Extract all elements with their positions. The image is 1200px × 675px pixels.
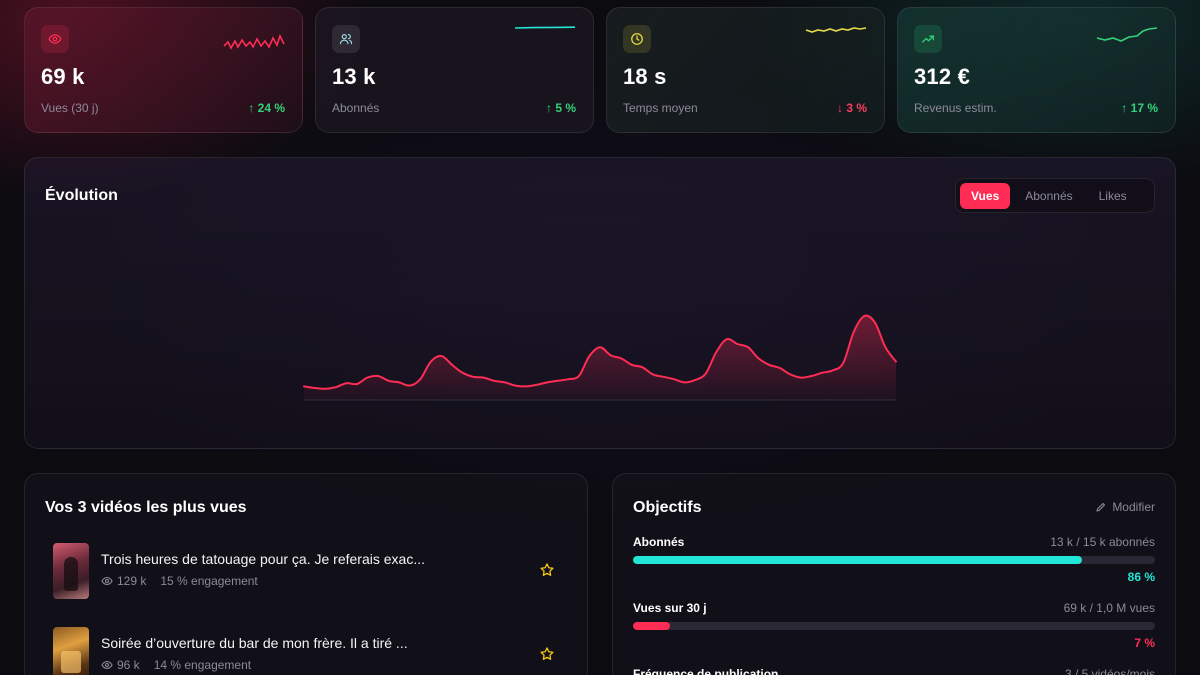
arrow-up-icon: ↑ bbox=[545, 101, 556, 115]
goal-value: 13 k / 15 k abonnés bbox=[1050, 535, 1155, 549]
goal-name: Abonnés bbox=[633, 535, 685, 549]
progress-fill bbox=[633, 556, 1082, 564]
goal-value: 69 k / 1,0 M vues bbox=[1063, 601, 1155, 615]
kpi-delta: ↑ 17 % bbox=[1121, 101, 1158, 115]
modify-button[interactable]: Modifier bbox=[1095, 500, 1155, 514]
video-views: 96 k bbox=[117, 658, 140, 672]
kpi-card-revenue[interactable]: 312 € Revenus estim. ↑ 17 % bbox=[897, 7, 1176, 133]
video-title: Soirée d’ouverture du bar de mon frère. … bbox=[101, 635, 408, 651]
evolution-chart bbox=[303, 314, 897, 401]
goal-value: 3 / 5 vidéos/mois bbox=[1064, 667, 1155, 675]
kpi-card-subscribers[interactable]: 13 k Abonnés ↑ 5 % bbox=[315, 7, 594, 133]
kpi-label: Revenus estim. bbox=[914, 101, 997, 115]
kpi-label: Vues (30 j) bbox=[41, 101, 99, 115]
arrow-up-icon: ↑ bbox=[1121, 101, 1131, 115]
kpi-delta: ↓ 3 % bbox=[836, 101, 867, 115]
kpi-value: 18 s bbox=[623, 64, 667, 89]
progress-fill bbox=[633, 622, 670, 630]
eye-icon bbox=[101, 660, 113, 670]
kpi-value: 69 k bbox=[41, 64, 85, 89]
kpi-label: Temps moyen bbox=[623, 101, 698, 115]
goal-name: Vues sur 30 j bbox=[633, 601, 707, 615]
star-icon[interactable] bbox=[539, 562, 555, 578]
trending-up-icon bbox=[914, 25, 942, 53]
top-videos-title: Vos 3 vidéos les plus vues bbox=[45, 499, 247, 516]
kpi-value: 13 k bbox=[332, 64, 376, 89]
star-icon[interactable] bbox=[539, 646, 555, 662]
sparkline-views bbox=[223, 33, 285, 50]
users-icon bbox=[332, 25, 360, 53]
eye-icon bbox=[41, 25, 69, 53]
video-views: 129 k bbox=[117, 574, 147, 588]
video-meta: 129 k 15 % engagement bbox=[101, 574, 258, 588]
video-item[interactable]: Soirée d’ouverture du bar de mon frère. … bbox=[53, 627, 563, 675]
kpi-label: Abonnés bbox=[332, 101, 380, 115]
kpi-value: 312 € bbox=[914, 64, 971, 89]
evolution-card: Évolution Vues Abonnés Likes bbox=[24, 157, 1176, 449]
arrow-up-icon: ↑ bbox=[248, 101, 258, 115]
objectives-card: Objectifs Modifier Abonnés 13 k / 15 k a… bbox=[612, 473, 1176, 675]
progress-track bbox=[633, 622, 1155, 630]
video-title: Trois heures de tatouage pour ça. Je ref… bbox=[101, 551, 425, 567]
progress-track bbox=[633, 556, 1155, 564]
video-meta: 96 k 14 % engagement bbox=[101, 658, 251, 672]
goal-name: Fréquence de publication bbox=[633, 667, 779, 675]
kpi-card-views[interactable]: 69 k Vues (30 j) ↑ 24 % bbox=[24, 7, 303, 133]
eye-icon bbox=[101, 576, 113, 586]
video-engagement: 14 % engagement bbox=[153, 658, 252, 672]
kpi-card-watch-time[interactable]: 18 s Temps moyen ↓ 3 % bbox=[606, 7, 885, 133]
video-thumbnail bbox=[53, 627, 89, 675]
sparkline-revenue bbox=[1096, 27, 1158, 42]
sparkline-watch-time bbox=[805, 27, 867, 33]
video-item[interactable]: Trois heures de tatouage pour ça. Je ref… bbox=[53, 543, 563, 599]
video-engagement: 15 % engagement bbox=[160, 574, 258, 588]
goal-percent: 7 % bbox=[1134, 636, 1155, 650]
kpi-delta: ↑ 24 % bbox=[248, 101, 285, 115]
top-videos-card: Vos 3 vidéos les plus vues Trois heures … bbox=[24, 473, 588, 675]
objectives-title: Objectifs bbox=[633, 499, 702, 516]
goal-percent: 86 % bbox=[1127, 570, 1155, 584]
sparkline-subscribers bbox=[514, 26, 576, 29]
views-area bbox=[304, 315, 896, 400]
modify-label: Modifier bbox=[1112, 500, 1155, 514]
arrow-down-icon: ↓ bbox=[836, 101, 847, 115]
video-thumbnail bbox=[53, 543, 89, 599]
pencil-icon bbox=[1096, 502, 1106, 512]
kpi-delta: ↑ 5 % bbox=[545, 101, 576, 115]
clock-icon bbox=[623, 25, 651, 53]
